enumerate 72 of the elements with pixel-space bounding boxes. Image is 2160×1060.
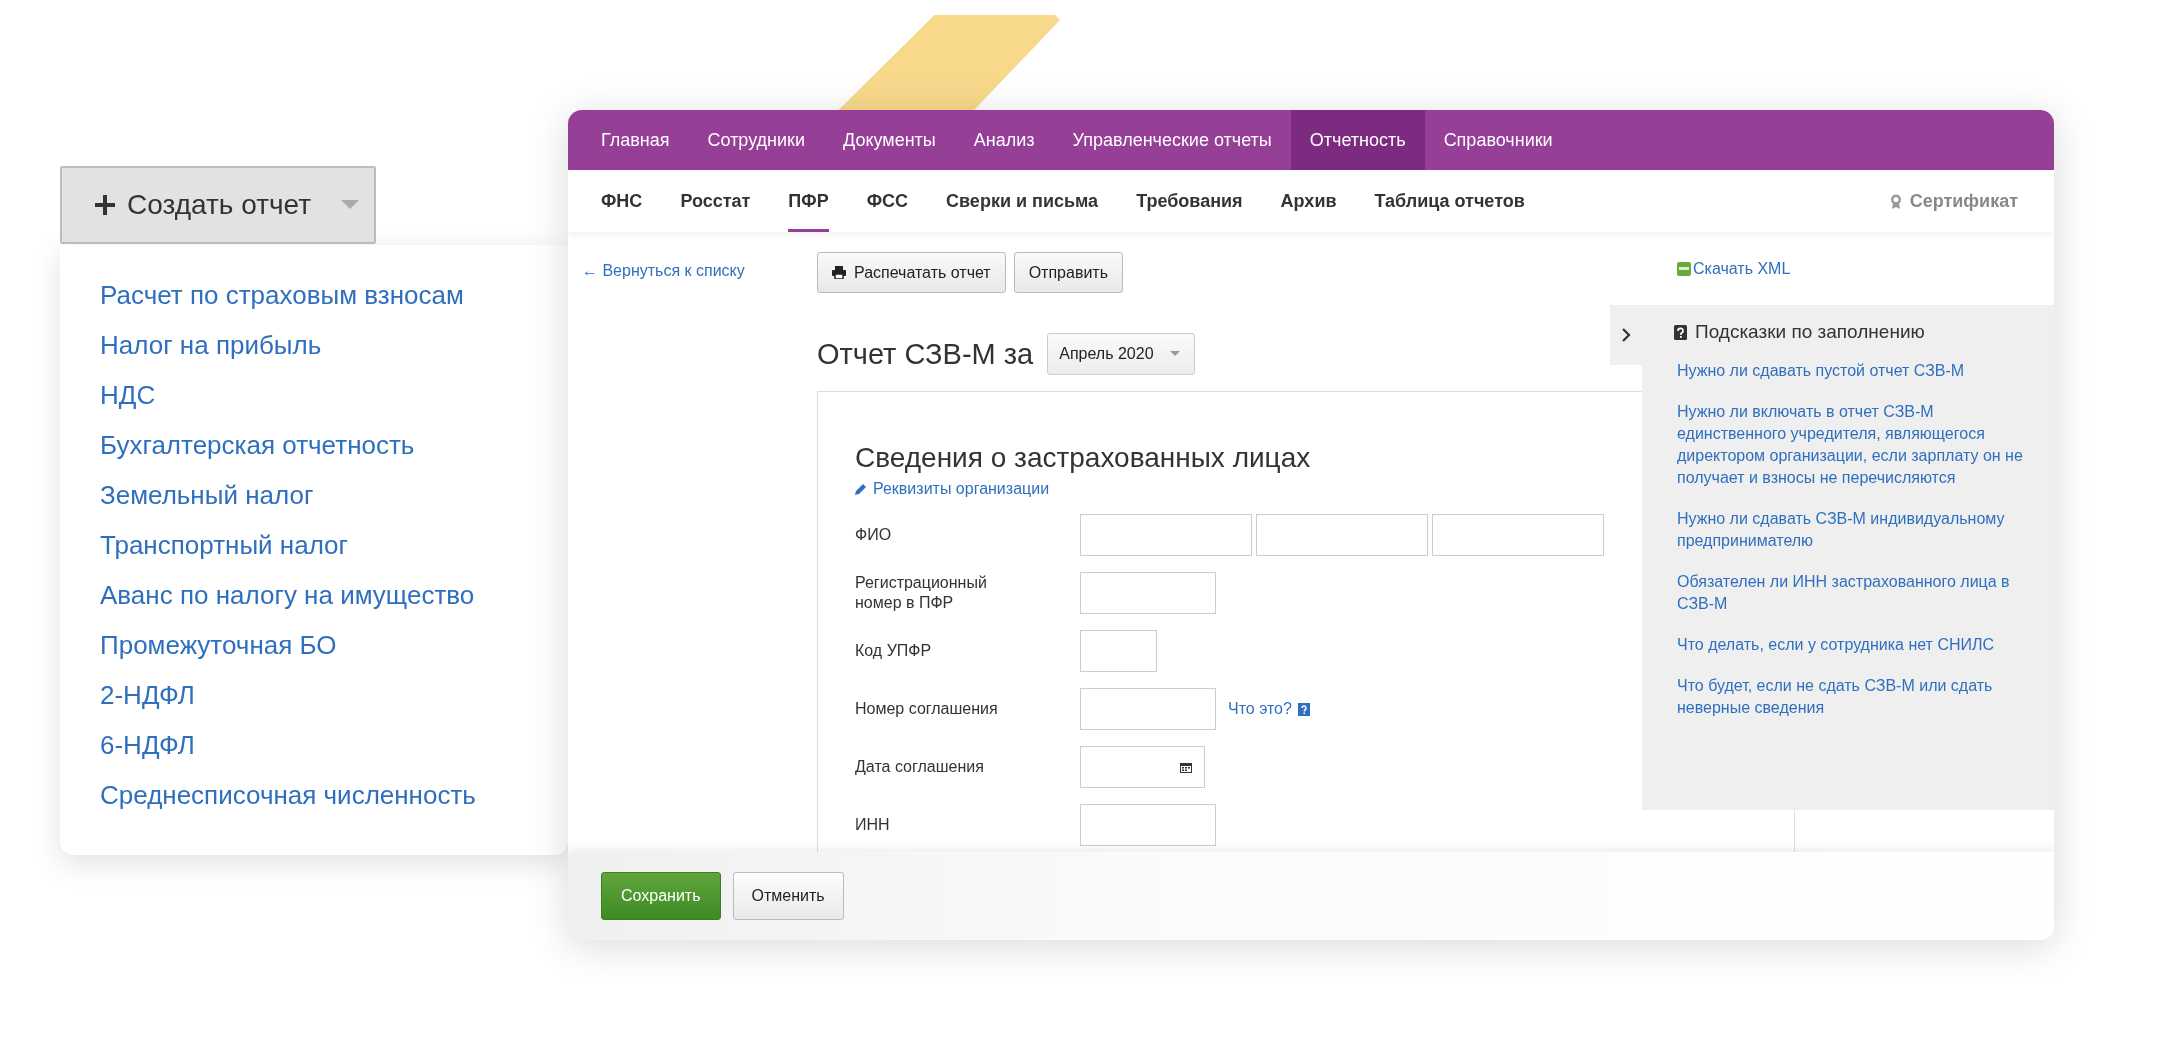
- cancel-button[interactable]: Отменить: [732, 872, 844, 920]
- caret-icon: [1169, 351, 1180, 357]
- sub-tab[interactable]: Росстат: [680, 170, 751, 232]
- input-field[interactable]: [1080, 804, 1216, 846]
- menu-item[interactable]: Земельный налог: [100, 479, 314, 512]
- nav-tab[interactable]: Анализ: [954, 110, 1054, 170]
- help-link[interactable]: Что это?: [1228, 700, 1292, 718]
- sub-tab[interactable]: Требования: [1136, 170, 1243, 232]
- save-button[interactable]: Сохранить: [601, 872, 721, 920]
- send-button[interactable]: Отправить: [1013, 252, 1123, 293]
- section-title: Сведения о застрахованных лицах: [855, 442, 1311, 474]
- field-label: Регистрационный номер в ПФР: [855, 573, 988, 613]
- field-label: Номер соглашения: [855, 699, 999, 719]
- file-icon: [1677, 261, 1691, 276]
- caret-icon: [341, 200, 360, 210]
- calendar-icon: [1180, 761, 1192, 773]
- menu-item[interactable]: Аванс по налогу на имущество: [100, 579, 475, 612]
- hint-link[interactable]: Нужно ли сдавать СЗВ-М индивидуальному предпринимателю: [1677, 508, 2026, 552]
- input-field[interactable]: [1256, 514, 1428, 556]
- create-report-button[interactable]: Создать отчет: [60, 166, 376, 244]
- plus-icon: [95, 195, 115, 215]
- hint-link[interactable]: Нужно ли включать в отчет СЗВ-М единственного учредителя, являющегося директором организации, если зарплату он не получает и взносы не перечисляются: [1677, 401, 2026, 489]
- field-label: ФИО: [855, 525, 893, 545]
- download-link[interactable]: Скачать XML: [1693, 259, 1791, 278]
- nav-tab[interactable]: Управленческие отчеты: [1053, 110, 1291, 170]
- period-select[interactable]: Апрель 2020: [1047, 333, 1195, 375]
- menu-item[interactable]: Налог на прибыль: [100, 329, 322, 362]
- sub-tab[interactable]: ФНС: [601, 170, 643, 232]
- pencil-icon: [855, 483, 867, 495]
- printer-icon: [832, 266, 846, 279]
- menu-item[interactable]: Бухгалтерская отчетность: [100, 429, 415, 462]
- sub-tab[interactable]: ФСС: [866, 170, 909, 232]
- menu-item[interactable]: 6-НДФЛ: [100, 729, 195, 762]
- input-field[interactable]: [1080, 514, 1252, 556]
- question-icon: [1674, 324, 1687, 340]
- nav-tab[interactable]: Документы: [824, 110, 955, 170]
- nav-tab[interactable]: Отчетность: [1290, 110, 1425, 170]
- hint-link[interactable]: Нужно ли сдавать пустой отчет СЗВ-М: [1677, 360, 2026, 382]
- hint-link[interactable]: Что делать, если у сотрудника нет СНИЛС: [1677, 634, 2026, 656]
- field-label: Дата соглашения: [855, 757, 985, 777]
- collapse-button[interactable]: [1610, 305, 1642, 365]
- date-field[interactable]: [1080, 746, 1205, 788]
- chevron-right-icon: [1621, 328, 1631, 342]
- field-label: ИНН: [855, 815, 891, 835]
- question-icon: [1297, 702, 1310, 716]
- menu-item[interactable]: 2-НДФЛ: [100, 679, 195, 712]
- badge-icon: [1889, 193, 1902, 209]
- sub-tab[interactable]: Сверки и письма: [946, 170, 1099, 232]
- input-field[interactable]: [1080, 630, 1157, 672]
- hint-link[interactable]: Что будет, если не сдать СЗВ-М или сдать неверные сведения: [1677, 675, 2026, 719]
- field-label: Код УПФР: [855, 641, 933, 661]
- report-title: Отчет СЗВ-М за: [817, 337, 1034, 371]
- menu-item[interactable]: Расчет по страховым взносам: [100, 279, 464, 312]
- print-button[interactable]: Распечатать отчет: [817, 252, 1006, 293]
- back-link[interactable]: ← Вернуться к списку: [582, 262, 745, 279]
- menu-item[interactable]: Среднесписочная численность: [100, 779, 476, 812]
- hint-link[interactable]: Обязателен ли ИНН застрахованного лица в СЗВ-М: [1677, 571, 2026, 615]
- certificate-link[interactable]: Сертификат: [1909, 190, 2018, 212]
- sub-tab[interactable]: ПФР: [788, 170, 829, 232]
- sub-tab[interactable]: Архив: [1280, 170, 1337, 232]
- hints-title: Подсказки по заполнению: [1695, 321, 1925, 343]
- input-field[interactable]: [1080, 572, 1216, 614]
- menu-item[interactable]: Промежуточная БО: [100, 629, 337, 662]
- input-field[interactable]: [1080, 688, 1216, 730]
- nav-tab[interactable]: Сотрудники: [688, 110, 824, 170]
- nav-tab[interactable]: Главная: [582, 110, 689, 170]
- sub-tab[interactable]: Таблица отчетов: [1374, 170, 1525, 232]
- nav-tab[interactable]: Справочники: [1424, 110, 1572, 170]
- menu-item[interactable]: Транспортный налог: [100, 529, 349, 562]
- input-field[interactable]: [1432, 514, 1604, 556]
- organization-link[interactable]: Реквизиты организации: [855, 480, 1050, 498]
- menu-item[interactable]: НДС: [100, 379, 156, 412]
